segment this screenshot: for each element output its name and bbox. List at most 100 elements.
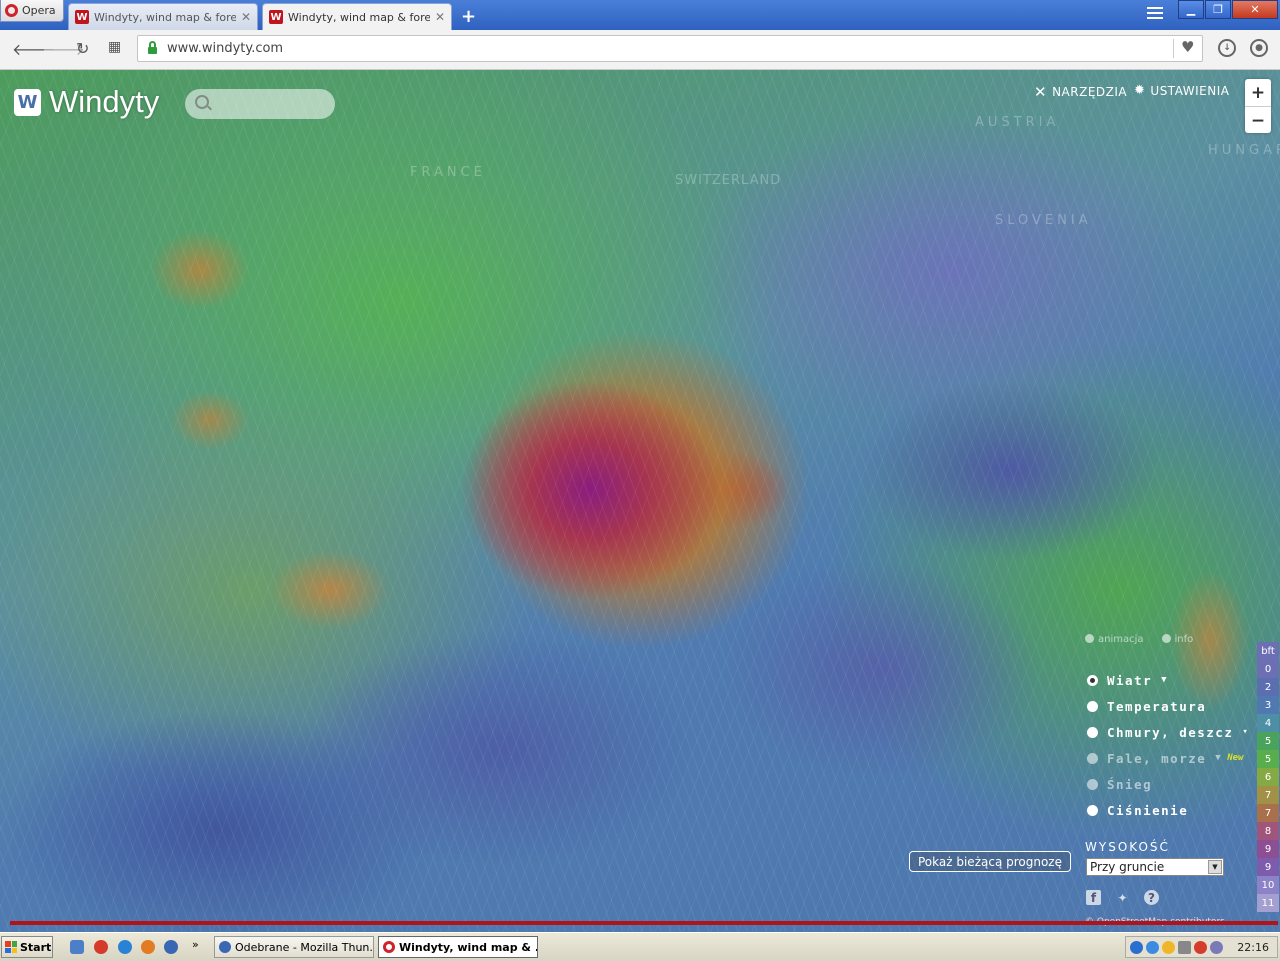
address-field[interactable]: www.windyty.com ♥ [137, 35, 1203, 62]
layer-label: Ciśnienie [1107, 802, 1189, 818]
close-tab-icon[interactable]: ✕ [241, 10, 251, 24]
radio-icon [1087, 804, 1098, 816]
legend-value: 5 [1257, 750, 1279, 768]
wind-map[interactable]: FRANCE SWITZERLAND AUSTRIA SLOVENIA HUNG… [0, 70, 1280, 932]
layer-temperature[interactable]: Temperatura [1087, 693, 1249, 719]
start-button[interactable]: Start [1, 936, 53, 958]
download-icon[interactable]: ↓ [1218, 39, 1236, 57]
thunderbird-icon[interactable] [164, 940, 178, 954]
reload-icon[interactable]: ↻ [76, 39, 89, 58]
dropdown-arrow-icon: ▼ [1208, 860, 1222, 874]
chevron-down-icon: ▼ [1161, 675, 1169, 685]
tools-label: NARZĘDZIA [1052, 85, 1128, 99]
lock-icon [148, 41, 157, 54]
info-label: info [1174, 634, 1194, 645]
legend-value: 3 [1257, 696, 1279, 714]
taskbar-item-label: Odebrane - Mozilla Thun... [235, 940, 374, 954]
map-label-country: SWITZERLAND [675, 173, 782, 188]
settings-label: USTAWIENIA [1150, 83, 1230, 98]
tab-menu-icon[interactable] [1147, 7, 1163, 22]
info-toggle[interactable]: info [1161, 634, 1194, 645]
layer-label: Śnieg [1107, 776, 1153, 792]
tools-menu[interactable]: ✕ NARZĘDZIA [1034, 83, 1127, 101]
chevron-down-icon: ▾ [1242, 727, 1250, 737]
new-tab-button[interactable]: + [461, 6, 476, 27]
browser-tray-icon[interactable] [1146, 940, 1159, 954]
app-shortcut-icon[interactable] [94, 940, 108, 954]
layer-label: Chmury, deszcz [1107, 724, 1234, 740]
layer-pressure[interactable]: Ciśnienie [1087, 797, 1249, 823]
tab-title: Windyty, wind map & forecast [288, 10, 430, 24]
layer-clouds-rain[interactable]: Chmury, deszcz ▾ [1087, 719, 1249, 745]
legend-value: 7 [1257, 804, 1279, 822]
legend-value: 6 [1257, 768, 1279, 786]
windows-taskbar: Start » Odebrane - Mozilla Thun... Windy… [0, 932, 1280, 961]
windyty-favicon-icon: W [75, 10, 89, 24]
windows-logo-icon [5, 941, 17, 953]
security-icon[interactable] [1194, 940, 1207, 954]
twitter-icon[interactable]: ✦ [1115, 890, 1130, 905]
altitude-title: WYSOKOŚĆ [1085, 840, 1170, 854]
logo-text: Windyty [49, 84, 160, 119]
gear-icon: ✹ [1134, 83, 1146, 98]
zoom-in-button[interactable]: + [1245, 79, 1271, 107]
legend-value: 10 [1257, 876, 1279, 894]
tray-app-icon[interactable] [1210, 940, 1223, 954]
radio-icon [1087, 674, 1098, 686]
legend-value: 2 [1257, 678, 1279, 696]
new-badge: New [1227, 753, 1244, 763]
facebook-icon[interactable]: f [1086, 890, 1101, 905]
forecast-timeline-bar[interactable] [10, 921, 1278, 925]
maximize-window-button[interactable]: ❐ [1205, 0, 1231, 19]
firefox-icon[interactable] [141, 940, 155, 954]
heart-bookmark-icon[interactable]: ♥ [1181, 38, 1194, 56]
show-desktop-icon[interactable] [70, 940, 84, 954]
opera-icon [383, 941, 395, 953]
opera-menu-label: Opera [22, 4, 56, 17]
browser-toolbar: 🡐 🡒 ↻ ▦ www.windyty.com ♥ ↓ ● [0, 30, 1280, 70]
legend-unit: bft [1257, 642, 1279, 660]
quicklaunch-overflow-icon[interactable]: » [192, 938, 199, 951]
layer-label: Temperatura [1107, 698, 1207, 714]
browser-tab[interactable]: W Windyty, wind map & forecast ✕ [68, 3, 258, 30]
legend-value: 4 [1257, 714, 1279, 732]
animation-label: animacja [1098, 634, 1144, 645]
layer-wind[interactable]: Wiatr ▼ [1087, 667, 1249, 693]
browser-tab-bar: Opera W Windyty, wind map & forecast ✕ W… [0, 0, 1280, 30]
speed-dial-grid-icon[interactable]: ▦ [108, 39, 121, 55]
zoom-control: + − [1245, 79, 1271, 133]
legend-value: 9 [1257, 840, 1279, 858]
minimize-window-button[interactable]: ▁ [1178, 0, 1204, 19]
layer-snow[interactable]: Śnieg [1087, 771, 1249, 797]
taskbar-item-opera[interactable]: Windyty, wind map & ... [378, 936, 538, 958]
chevron-down-icon: ▼ [1215, 753, 1223, 763]
opera-menu-button[interactable]: Opera [0, 0, 64, 22]
help-icon[interactable]: ? [1144, 890, 1159, 905]
altitude-select[interactable]: Przy gruncie ▼ [1086, 858, 1224, 876]
update-icon[interactable] [1162, 940, 1175, 954]
volume-icon[interactable] [1178, 940, 1191, 954]
taskbar-item-thunderbird[interactable]: Odebrane - Mozilla Thun... [214, 936, 374, 958]
system-tray: 22:16 [1125, 936, 1278, 958]
close-tab-icon[interactable]: ✕ [435, 10, 445, 24]
legend-value: 8 [1257, 822, 1279, 840]
windyty-logo[interactable]: W Windyty [14, 84, 159, 120]
animation-info-toggles: animacja info [1085, 634, 1193, 645]
legend-value: 5 [1257, 732, 1279, 750]
start-label: Start [20, 940, 52, 954]
network-icon[interactable] [1130, 940, 1143, 954]
layer-waves-sea[interactable]: Fale, morze ▼ New [1087, 745, 1249, 771]
tools-icon: ✕ [1034, 83, 1048, 101]
animation-toggle[interactable]: animacja [1085, 634, 1144, 645]
settings-menu[interactable]: ✹ USTAWIENIA [1134, 83, 1229, 98]
internet-explorer-icon[interactable] [118, 940, 132, 954]
opera-logo-icon [5, 4, 18, 17]
close-window-button[interactable]: ✕ [1232, 0, 1278, 19]
account-icon[interactable]: ● [1250, 39, 1268, 57]
thunderbird-icon [219, 941, 231, 953]
show-forecast-button[interactable]: Pokaż bieżącą prognozę [909, 851, 1071, 872]
browser-tab-active[interactable]: W Windyty, wind map & forecast ✕ [262, 3, 452, 30]
social-links: f ✦ ? [1086, 890, 1159, 905]
url-text: www.windyty.com [167, 41, 284, 56]
zoom-out-button[interactable]: − [1245, 107, 1271, 134]
